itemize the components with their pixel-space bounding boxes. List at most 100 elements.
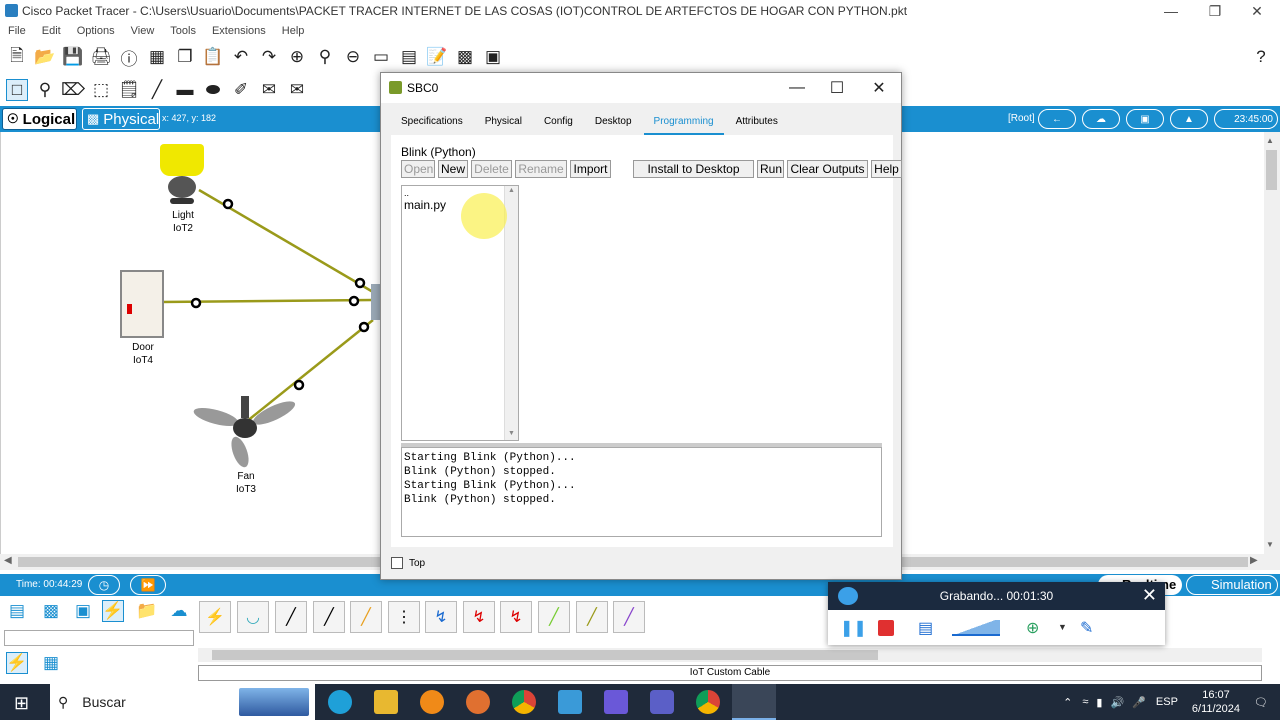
- pen-icon[interactable]: ✎: [1080, 618, 1093, 638]
- tab-physical[interactable]: Physical: [475, 113, 532, 135]
- draw-rectangle-icon[interactable]: ▬: [174, 79, 196, 101]
- power-cycle-icon[interactable]: ◷: [88, 575, 120, 595]
- network-wizard-icon[interactable]: ▦: [146, 46, 168, 68]
- save-icon[interactable]: 💾: [62, 46, 84, 68]
- wifi-icon[interactable]: ≈: [1082, 696, 1088, 708]
- coaxial-cable-icon[interactable]: ↯: [425, 601, 457, 633]
- dialog-close-button[interactable]: ✕: [859, 77, 899, 99]
- draw-ellipse-icon[interactable]: ⬬: [202, 79, 224, 101]
- pause-icon[interactable]: ❚❚: [840, 618, 867, 638]
- battery-icon[interactable]: ▮: [1096, 696, 1102, 709]
- import-button[interactable]: Import: [570, 160, 611, 178]
- auto-cable-icon[interactable]: ⚡: [199, 601, 231, 633]
- volume-slider-icon[interactable]: [952, 620, 1000, 636]
- simulation-button[interactable]: Simulation: [1186, 575, 1278, 595]
- zoom-reset-icon[interactable]: ⚲: [314, 46, 336, 68]
- tab-programming[interactable]: Programming: [643, 113, 724, 135]
- minimize-button[interactable]: —: [1148, 0, 1194, 22]
- restore-button[interactable]: ❐: [1192, 0, 1238, 22]
- dialog-minimize-button[interactable]: —: [777, 77, 817, 99]
- network-devices-icon[interactable]: ▤: [6, 600, 28, 622]
- help-icon[interactable]: ?: [1250, 46, 1272, 68]
- run-button[interactable]: Run: [757, 160, 784, 178]
- menu-view[interactable]: View: [131, 25, 155, 37]
- tab-config[interactable]: Config: [534, 113, 583, 135]
- new-button[interactable]: New: [438, 160, 468, 178]
- physical-mode-button[interactable]: ▩ Physical: [82, 108, 160, 130]
- back-pill[interactable]: ←: [1038, 109, 1076, 129]
- tab-desktop[interactable]: Desktop: [585, 113, 642, 135]
- door-icon[interactable]: [120, 270, 164, 338]
- notes-icon[interactable]: 📝: [426, 46, 448, 68]
- app-shield-icon[interactable]: [420, 690, 444, 714]
- print-icon[interactable]: 🖨: [90, 46, 112, 68]
- info-icon[interactable]: ⓘ: [118, 46, 140, 69]
- menu-edit[interactable]: Edit: [42, 25, 61, 37]
- install-to-desktop-button[interactable]: Install to Desktop: [633, 160, 754, 178]
- webcam-add-icon[interactable]: ⊕: [1026, 618, 1039, 638]
- add-simple-pdu-icon[interactable]: ✉: [258, 79, 280, 101]
- octal-cable-icon[interactable]: ╱: [538, 601, 570, 633]
- canvas-vertical-scrollbar[interactable]: ▲ ▼: [1264, 132, 1280, 554]
- teams-icon[interactable]: [650, 690, 674, 714]
- connections-subtype-icon[interactable]: ⚡: [6, 652, 28, 674]
- end-devices-icon[interactable]: ▩: [40, 600, 62, 622]
- menu-tools[interactable]: Tools: [170, 25, 196, 37]
- tab-specifications[interactable]: Specifications: [391, 113, 473, 135]
- recorder-close-icon[interactable]: ✕: [1142, 585, 1157, 606]
- resize-icon[interactable]: ⬚: [90, 79, 112, 101]
- tray-chevron-icon[interactable]: ⌃: [1063, 696, 1072, 709]
- delete-icon[interactable]: ⌦: [61, 79, 85, 101]
- straight-through-cable-icon[interactable]: ╱: [275, 601, 307, 633]
- open-folder-icon[interactable]: 📂: [34, 46, 56, 68]
- drawing-palette-icon[interactable]: ▭: [370, 46, 392, 68]
- app-cube-icon[interactable]: [558, 690, 582, 714]
- serial-dce-cable-icon[interactable]: ↯: [463, 601, 495, 633]
- stop-icon[interactable]: [878, 620, 894, 636]
- fast-forward-icon[interactable]: ⏩: [130, 575, 166, 595]
- dialog-maximize-button[interactable]: ☐: [817, 77, 857, 99]
- add-complex-pdu-icon[interactable]: ✉: [286, 79, 308, 101]
- file-explorer-icon[interactable]: [374, 690, 398, 714]
- connections-icon[interactable]: ⚡: [102, 600, 124, 622]
- menu-file[interactable]: File: [8, 25, 26, 37]
- root-label[interactable]: [Root]: [1008, 113, 1035, 124]
- menu-options[interactable]: Options: [77, 25, 115, 37]
- cable-panel-scrollbar[interactable]: [198, 648, 1262, 662]
- taskbar-clock[interactable]: 16:07 6/11/2024: [1192, 688, 1240, 716]
- list-item[interactable]: ..: [404, 188, 516, 198]
- ceiling-fan-icon[interactable]: [191, 396, 298, 470]
- zoom-in-icon[interactable]: ⊕: [286, 46, 308, 68]
- menu-extensions[interactable]: Extensions: [212, 25, 266, 37]
- multiuser-icon[interactable]: ☁: [168, 600, 190, 622]
- library-icon[interactable]: ▤: [918, 618, 933, 638]
- fiber-cable-icon[interactable]: ╱: [350, 601, 382, 633]
- new-file-icon[interactable]: 🗎: [6, 46, 28, 68]
- undo-icon[interactable]: ↶: [230, 46, 252, 68]
- mic-icon[interactable]: 🎤: [1132, 696, 1146, 709]
- phone-cable-icon[interactable]: ⋮: [388, 601, 420, 633]
- language-indicator[interactable]: ESP: [1156, 696, 1178, 708]
- code-editor[interactable]: [537, 185, 882, 443]
- device-search-field[interactable]: [4, 630, 194, 646]
- taskbar-search[interactable]: ⚲ Buscar: [50, 684, 315, 720]
- help-button[interactable]: Help: [871, 160, 902, 178]
- top-checkbox-box[interactable]: [391, 557, 403, 569]
- notifications-icon[interactable]: 🗨: [1254, 696, 1268, 709]
- delete-button[interactable]: Delete: [471, 160, 512, 178]
- volume-icon[interactable]: 🔊: [1110, 696, 1124, 709]
- copy-icon[interactable]: ❐: [174, 46, 196, 68]
- draw-line-icon[interactable]: ╱: [146, 79, 168, 101]
- clear-outputs-button[interactable]: Clear Outputs: [787, 160, 868, 178]
- logical-mode-button[interactable]: ☉ Logical: [2, 108, 77, 130]
- chrome-icon[interactable]: [512, 690, 536, 714]
- app-launcher-icon[interactable]: [604, 690, 628, 714]
- grid-subtype-icon[interactable]: ▦: [40, 652, 62, 674]
- clock-pill[interactable]: 23:45:00: [1214, 109, 1278, 129]
- rename-button[interactable]: Rename: [515, 160, 567, 178]
- edge-icon[interactable]: [328, 690, 352, 714]
- redo-icon[interactable]: ↷: [258, 46, 280, 68]
- inspect-icon[interactable]: ⚲: [34, 79, 56, 101]
- serial-dte-cable-icon[interactable]: ↯: [500, 601, 532, 633]
- custom-device-icon[interactable]: ▤: [398, 46, 420, 68]
